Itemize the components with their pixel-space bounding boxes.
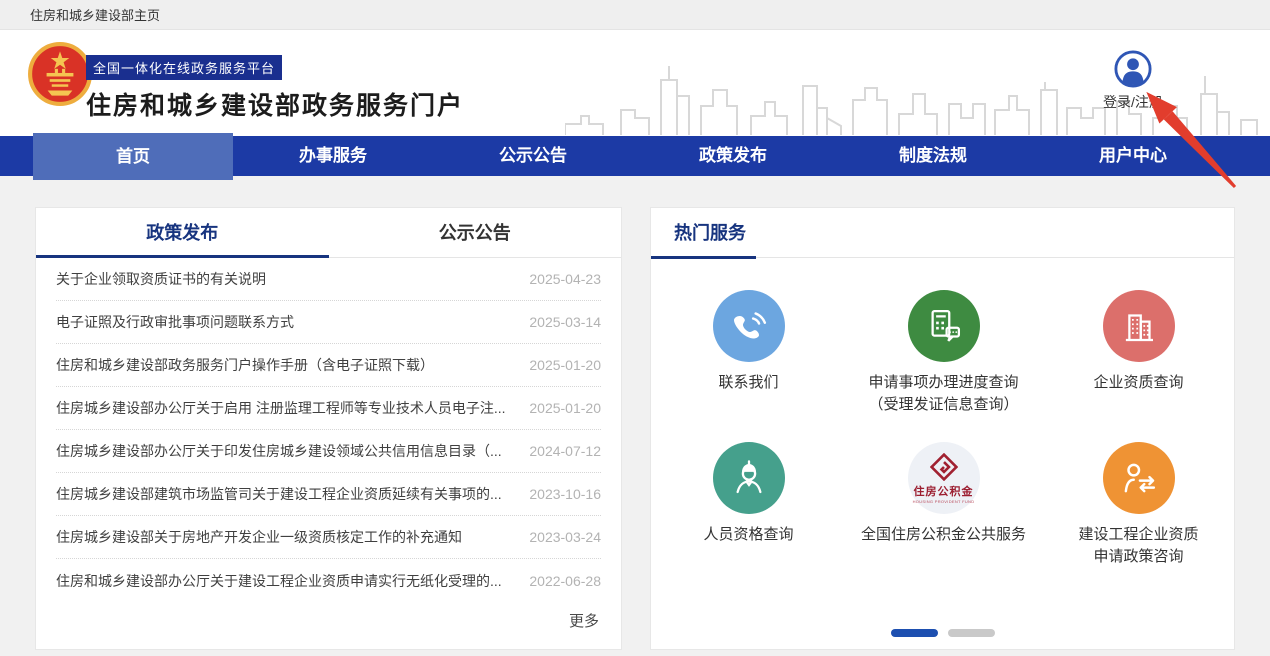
ministry-home-link[interactable]: 住房和城乡建设部主页 — [30, 5, 160, 24]
news-date: 2025-04-23 — [529, 271, 601, 287]
list-item[interactable]: 住房城乡建设部建筑市场监管司关于建设工程企业资质延续有关事项的... 2023-… — [56, 473, 601, 516]
title-accent-bar — [651, 256, 756, 259]
news-date: 2025-03-14 — [529, 314, 601, 330]
service-housing-fund[interactable]: 住房公积金 HOUSING PROVIDENT FUND 全国住房公积金公共服务 — [846, 442, 1041, 568]
list-item[interactable]: 住房城乡建设部关于房地产开发企业一级资质核定工作的补充通知 2023-03-24 — [56, 516, 601, 559]
news-title[interactable]: 住房和城乡建设部政务服务门户操作手册（含电子证照下载） — [56, 355, 515, 375]
news-date: 2022-06-28 — [529, 573, 601, 589]
login-register-label[interactable]: 登录/注册 — [1100, 92, 1166, 112]
service-label[interactable]: 联系我们 — [651, 372, 846, 394]
service-label[interactable]: 申请事项办理进度查询 — [846, 372, 1041, 394]
news-title[interactable]: 住房城乡建设部建筑市场监管司关于建设工程企业资质延续有关事项的... — [56, 484, 515, 504]
topbar: 住房和城乡建设部主页 — [0, 0, 1270, 30]
news-date: 2023-03-24 — [529, 529, 601, 545]
fund-logo-subtext: HOUSING PROVIDENT FUND — [913, 499, 975, 504]
site-header: 全国一体化在线政务服务平台 住房和城乡建设部政务服务门户 登录/注册 — [0, 30, 1270, 136]
service-qualification-policy-consult[interactable]: 建设工程企业资质 申请政策咨询 — [1041, 442, 1236, 568]
page-title: 住房和城乡建设部政务服务门户 — [86, 86, 464, 122]
carousel-indicators — [651, 629, 1234, 637]
list-item[interactable]: 电子证照及行政审批事项问题联系方式 2025-03-14 — [56, 301, 601, 344]
nav-item-announcements[interactable]: 公示公告 — [433, 136, 633, 176]
list-item[interactable]: 住房和城乡建设部政务服务门户操作手册（含电子证照下载） 2025-01-20 — [56, 344, 601, 387]
news-title[interactable]: 住房和城乡建设部办公厅关于建设工程企业资质申请实行无纸化受理的... — [56, 571, 515, 591]
platform-badge: 全国一体化在线政务服务平台 — [86, 55, 282, 80]
tab-public-announcement[interactable]: 公示公告 — [329, 208, 622, 258]
service-contact-us[interactable]: 联系我们 — [651, 290, 846, 416]
news-date: 2024-07-12 — [529, 443, 601, 459]
service-label[interactable]: 企业资质查询 — [1041, 372, 1236, 394]
news-date: 2023-10-16 — [529, 486, 601, 502]
hot-services-title: 热门服务 — [651, 208, 1234, 258]
services-grid: 联系我们 申请事项办理进度查询 （受理发证信息查 — [651, 258, 1234, 568]
phone-icon — [713, 290, 785, 362]
calculator-chat-icon — [908, 290, 980, 362]
carousel-dot-2[interactable] — [948, 629, 995, 637]
list-item[interactable]: 住房和城乡建设部办公厅关于建设工程企业资质申请实行无纸化受理的... 2022-… — [56, 559, 601, 602]
service-personnel-qualification-query[interactable]: 人员资格查询 — [651, 442, 846, 568]
policy-list: 关于企业领取资质证书的有关说明 2025-04-23 电子证照及行政审批事项问题… — [36, 258, 621, 602]
policy-tabs: 政策发布 公示公告 — [36, 208, 621, 258]
more-link[interactable]: 更多 — [569, 613, 599, 630]
service-enterprise-qualification-query[interactable]: 企业资质查询 — [1041, 290, 1236, 416]
hot-services-panel: 热门服务 联系我们 — [650, 207, 1235, 650]
nav-item-policies[interactable]: 政策发布 — [633, 136, 833, 176]
list-item[interactable]: 住房城乡建设部办公厅关于启用 注册监理工程师等专业技术人员电子注... 2025… — [56, 387, 601, 430]
list-item[interactable]: 住房城乡建设部办公厅关于印发住房城乡建设领域公共信用信息目录（... 2024-… — [56, 430, 601, 473]
user-avatar-icon — [1114, 50, 1152, 88]
main-navigation: 首页 办事服务 公示公告 政策发布 制度法规 用户中心 — [0, 136, 1270, 176]
policy-panel: 政策发布 公示公告 关于企业领取资质证书的有关说明 2025-04-23 电子证… — [35, 207, 622, 650]
national-emblem-icon — [27, 41, 93, 107]
tab-policy-release[interactable]: 政策发布 — [36, 208, 329, 258]
news-date: 2025-01-20 — [529, 357, 601, 373]
news-title[interactable]: 住房城乡建设部关于房地产开发企业一级资质核定工作的补充通知 — [56, 527, 515, 547]
site-brand: 全国一体化在线政务服务平台 住房和城乡建设部政务服务门户 — [86, 55, 464, 122]
nav-item-user-center[interactable]: 用户中心 — [1033, 136, 1233, 176]
news-title[interactable]: 关于企业领取资质证书的有关说明 — [56, 269, 515, 289]
login-register[interactable]: 登录/注册 — [1100, 50, 1166, 112]
service-progress-query[interactable]: 申请事项办理进度查询 （受理发证信息查询） — [846, 290, 1041, 416]
nav-item-home[interactable]: 首页 — [33, 133, 233, 180]
service-label[interactable]: 建设工程企业资质 — [1041, 524, 1236, 546]
more-row: 更多 — [36, 602, 621, 631]
fund-logo-text: 住房公积金 — [914, 483, 974, 499]
construction-worker-icon — [713, 442, 785, 514]
list-item[interactable]: 关于企业领取资质证书的有关说明 2025-04-23 — [56, 258, 601, 301]
news-title[interactable]: 住房城乡建设部办公厅关于印发住房城乡建设领域公共信用信息目录（... — [56, 441, 515, 461]
service-label-line2[interactable]: （受理发证信息查询） — [846, 394, 1041, 416]
news-title[interactable]: 电子证照及行政审批事项问题联系方式 — [56, 312, 515, 332]
carousel-dot-1[interactable] — [891, 629, 938, 637]
service-label-line2[interactable]: 申请政策咨询 — [1041, 546, 1236, 568]
person-transfer-icon — [1103, 442, 1175, 514]
building-icon — [1103, 290, 1175, 362]
news-title[interactable]: 住房城乡建设部办公厅关于启用 注册监理工程师等专业技术人员电子注... — [56, 398, 515, 418]
service-label[interactable]: 人员资格查询 — [651, 524, 846, 546]
news-date: 2025-01-20 — [529, 400, 601, 416]
service-label[interactable]: 全国住房公积金公共服务 — [846, 524, 1041, 546]
nav-item-services[interactable]: 办事服务 — [233, 136, 433, 176]
housing-fund-logo-icon: 住房公积金 HOUSING PROVIDENT FUND — [908, 442, 980, 514]
nav-item-regulations[interactable]: 制度法规 — [833, 136, 1033, 176]
